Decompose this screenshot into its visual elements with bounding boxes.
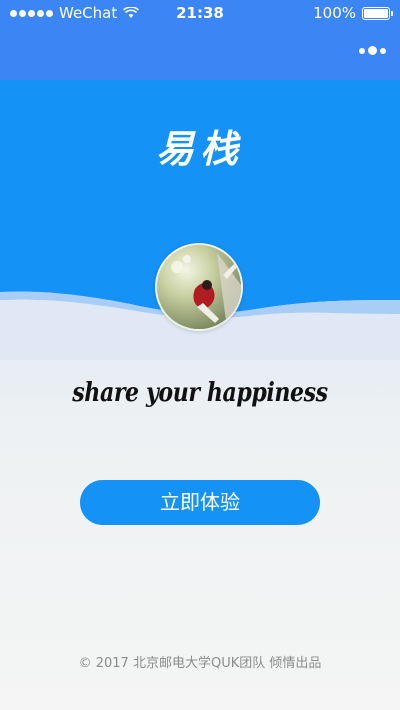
- avatar: [155, 243, 243, 331]
- more-dot-icon: [368, 46, 377, 55]
- tagline: share your happiness: [72, 378, 328, 408]
- more-dot-icon: [359, 47, 365, 54]
- more-menu-button[interactable]: [359, 46, 386, 55]
- try-now-button[interactable]: 立即体验: [80, 480, 320, 525]
- avatar-image: [157, 245, 241, 329]
- battery-icon: [362, 6, 393, 20]
- status-bar: WeChat 21:38 100%: [0, 0, 400, 28]
- footer-credits: © 2017 北京邮电大学QUK团队 倾情出品: [78, 656, 322, 671]
- app-title: 易栈: [155, 126, 244, 171]
- battery-percent: 100%: [313, 4, 356, 22]
- more-dot-icon: [380, 47, 386, 54]
- top-bar: WeChat 21:38 100%: [0, 0, 400, 80]
